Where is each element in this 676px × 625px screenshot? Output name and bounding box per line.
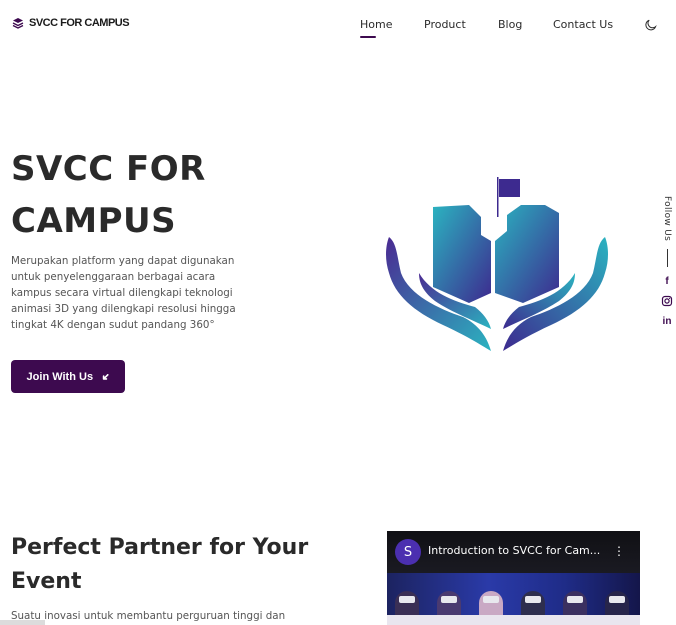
video-banner-strip: [387, 615, 640, 625]
vr-headset: [483, 596, 499, 603]
instagram-icon[interactable]: [661, 295, 673, 307]
section-title: Perfect Partner for Your Event: [11, 535, 309, 594]
hands-holding-campus-icon: [386, 177, 608, 351]
follow-us-label: Follow Us: [662, 196, 672, 242]
video-title[interactable]: Introduction to SVCC for Cam...: [428, 544, 603, 557]
more-vertical-icon[interactable]: ⋮: [613, 544, 625, 558]
follow-us-sidebar: Follow Us f in: [659, 196, 675, 327]
nav-product[interactable]: Product: [424, 18, 466, 31]
channel-avatar[interactable]: S: [395, 539, 421, 565]
vr-headset: [567, 596, 583, 603]
section-description: Suatu inovasi untuk membantu perguruan t…: [11, 610, 286, 622]
site-header: SVCC FOR CAMPUS Home Product Blog Contac…: [0, 0, 676, 52]
brand-logo[interactable]: SVCC FOR CAMPUS: [12, 17, 130, 29]
vr-headset: [525, 596, 541, 603]
vr-headset: [609, 596, 625, 603]
brand-name: SVCC FOR CAMPUS: [29, 17, 130, 29]
nav-active-indicator: [360, 36, 376, 38]
layers-icon: [12, 18, 24, 29]
hero-title: SVCC FOR CAMPUS: [11, 149, 206, 241]
nav-contact-us[interactable]: Contact Us: [553, 18, 613, 31]
horizontal-scrollbar[interactable]: [0, 620, 45, 625]
follow-divider: [666, 249, 668, 268]
vr-headset: [441, 596, 457, 603]
join-with-us-button[interactable]: Join With Us ➜: [11, 360, 125, 393]
youtube-video-embed[interactable]: S Introduction to SVCC for Cam... ⋮: [387, 531, 640, 625]
join-button-label: Join With Us: [26, 370, 94, 383]
facebook-icon[interactable]: f: [661, 275, 673, 287]
linkedin-icon[interactable]: in: [661, 315, 673, 327]
nav-home[interactable]: Home: [360, 18, 392, 31]
video-title-bar: S Introduction to SVCC for Cam... ⋮: [387, 531, 640, 573]
video-thumbnail: [387, 573, 640, 625]
vr-headset: [399, 596, 415, 603]
arrow-down-right-icon: ➜: [98, 369, 113, 384]
nav-blog[interactable]: Blog: [498, 18, 522, 31]
moon-icon[interactable]: [645, 19, 657, 31]
hero-description: Merupakan platform yang dapat digunakan …: [11, 255, 236, 331]
